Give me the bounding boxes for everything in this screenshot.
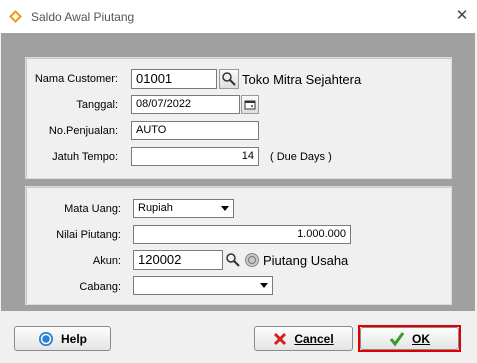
no-penjualan-field[interactable]: AUTO bbox=[131, 121, 259, 140]
search-icon bbox=[226, 253, 240, 267]
app-icon bbox=[9, 10, 22, 23]
nilai-piutang-field[interactable]: 1.000.000 bbox=[133, 225, 351, 244]
cabang-select[interactable] bbox=[133, 276, 273, 295]
window-title: Saldo Awal Piutang bbox=[31, 10, 135, 24]
cancel-button[interactable]: Cancel bbox=[254, 326, 353, 351]
customer-search-button[interactable] bbox=[219, 69, 239, 89]
nama-customer-label: Nama Customer: bbox=[34, 73, 118, 85]
akun-search-button[interactable] bbox=[224, 250, 242, 270]
jatuh-tempo-field[interactable]: 14 bbox=[131, 147, 259, 166]
akun-clear-button[interactable] bbox=[243, 250, 261, 270]
chevron-down-icon bbox=[260, 283, 268, 288]
currency-value: Rupiah bbox=[138, 202, 173, 214]
jatuh-tempo-label: Jatuh Tempo: bbox=[52, 151, 118, 163]
due-days-label: ( Due Days ) bbox=[270, 151, 332, 163]
customer-code-field[interactable]: 01001 bbox=[131, 69, 217, 89]
no-penjualan-label: No.Penjualan: bbox=[48, 125, 118, 137]
clear-icon bbox=[245, 253, 259, 267]
akun-label: Akun: bbox=[92, 255, 121, 267]
customer-name-text: Toko Mitra Sejahtera bbox=[242, 72, 362, 87]
tanggal-label: Tanggal: bbox=[76, 99, 118, 111]
nilai-piutang-label: Nilai Piutang: bbox=[56, 229, 121, 241]
title-bar: Saldo Awal Piutang ✕ bbox=[0, 0, 477, 33]
ok-highlight-outline bbox=[358, 325, 461, 352]
cabang-label: Cabang: bbox=[79, 281, 121, 293]
akun-name-text: Piutang Usaha bbox=[263, 253, 349, 268]
close-icon[interactable]: ✕ bbox=[455, 8, 469, 23]
tanggal-field[interactable]: 08/07/2022 bbox=[131, 95, 240, 114]
cancel-icon bbox=[274, 332, 287, 345]
help-button[interactable]: Help bbox=[14, 326, 111, 351]
help-label: Help bbox=[60, 331, 87, 346]
mata-uang-label: Mata Uang: bbox=[64, 203, 121, 215]
calendar-icon bbox=[244, 100, 256, 110]
cancel-label: Cancel bbox=[294, 331, 334, 346]
search-icon bbox=[222, 72, 236, 86]
date-picker-button[interactable] bbox=[241, 95, 259, 114]
help-icon bbox=[38, 331, 53, 346]
chevron-down-icon bbox=[221, 206, 229, 211]
akun-field[interactable]: 120002 bbox=[133, 250, 223, 270]
currency-select[interactable]: Rupiah bbox=[133, 199, 234, 218]
